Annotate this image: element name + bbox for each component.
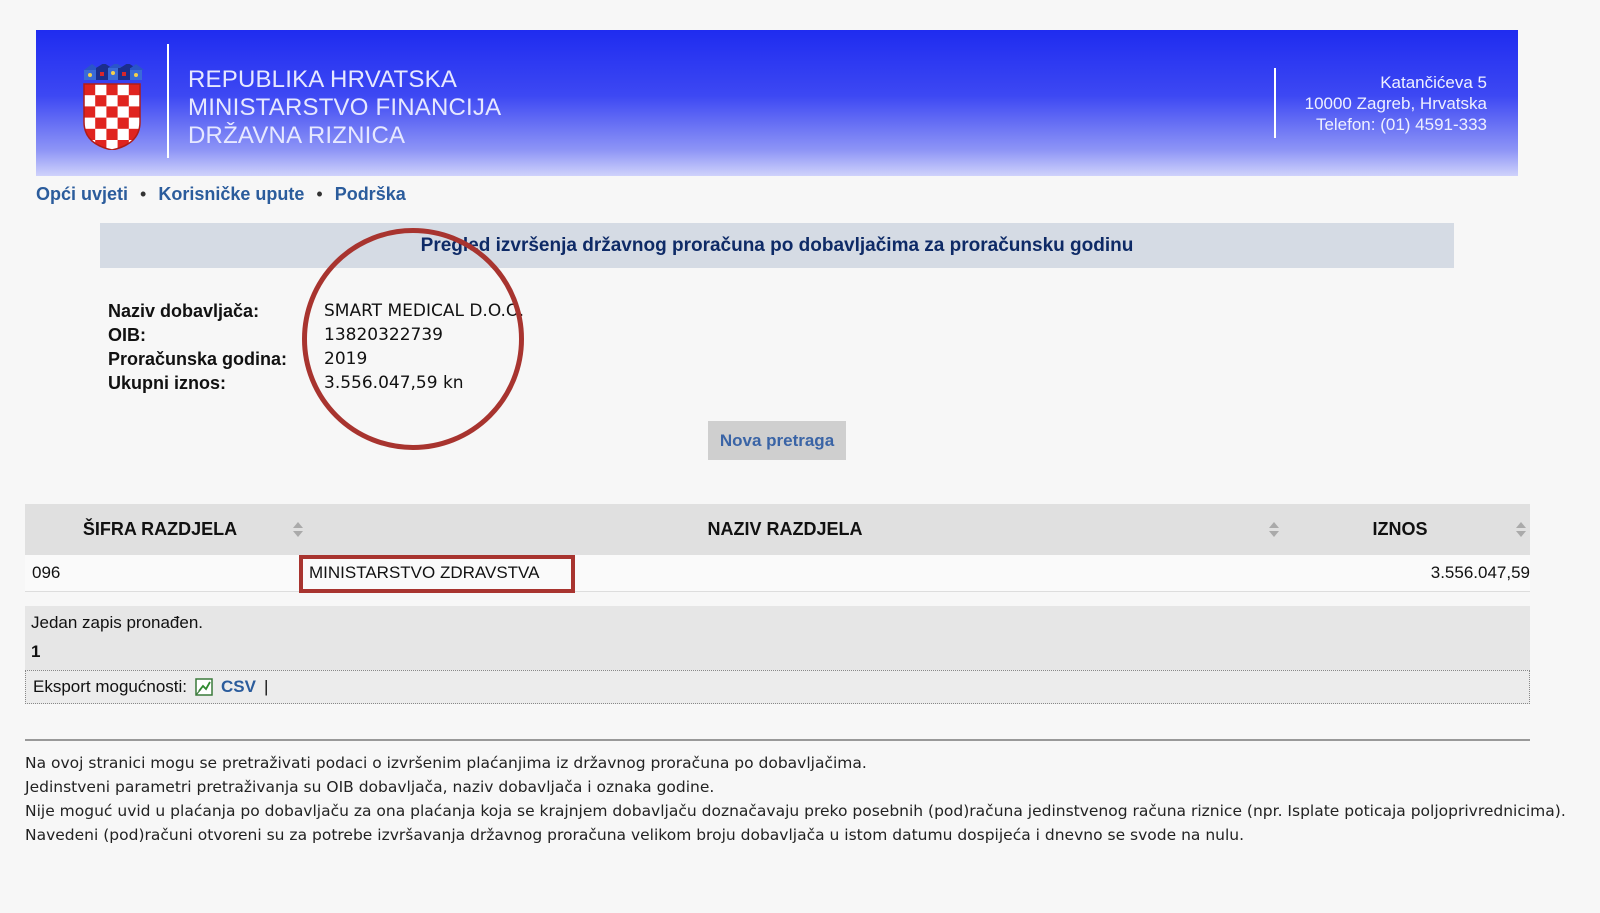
supplier-name-value: SMART MEDICAL D.O.O. — [324, 301, 525, 321]
record-count: Jedan zapis pronađen. — [31, 613, 204, 632]
export-csv-link[interactable]: CSV — [221, 677, 256, 697]
export-options: Eksport mogućnosti: CSV | — [25, 670, 1530, 704]
footer-line-2: Jedinstveni parametri pretraživanja su O… — [25, 778, 715, 796]
pagination-page[interactable]: 1 — [31, 642, 40, 662]
address-street: Katančićeva 5 — [1380, 73, 1487, 92]
nav-separator: • — [316, 184, 323, 204]
institution-line-2: MINISTARSTVO FINANCIJA — [188, 94, 502, 121]
address-phone: Telefon: (01) 4591-333 — [1315, 115, 1487, 134]
budget-year-value: 2019 — [324, 349, 368, 369]
address-city: 10000 Zagreb, Hrvatska — [1304, 94, 1487, 113]
header-banner: REPUBLIKA HRVATSKA MINISTARSTVO FINANCIJ… — [36, 30, 1518, 176]
supplier-name-label: Naziv dobavljača: — [108, 301, 260, 321]
column-header-amount[interactable]: IZNOS — [1285, 504, 1515, 555]
footer-line-1: Na ovoj stranici mogu se pretraživati po… — [25, 754, 867, 772]
supplier-info: Naziv dobavljača: SMART MEDICAL D.O.O. O… — [108, 299, 524, 395]
column-header-code[interactable]: ŠIFRA RAZDJELA — [25, 504, 295, 555]
nav-link-terms[interactable]: Opći uvjeti — [36, 184, 128, 204]
nav-separator: • — [140, 184, 147, 204]
table-header: ŠIFRA RAZDJELA NAZIV RAZDJELA IZNOS — [25, 504, 1530, 555]
page-title: Pregled izvršenja državnog proračuna po … — [100, 223, 1454, 268]
institution-line-1: REPUBLIKA HRVATSKA — [188, 66, 458, 93]
results-table: ŠIFRA RAZDJELA NAZIV RAZDJELA IZNOS 096 … — [25, 504, 1530, 593]
results-summary: Jedan zapis pronađen. 1 — [25, 606, 1530, 670]
export-separator: | — [263, 677, 269, 696]
nav-link-support[interactable]: Podrška — [335, 184, 406, 204]
budget-year-label: Proračunska godina: — [108, 349, 288, 369]
oib-value: 13820322739 — [324, 325, 443, 345]
sort-icon[interactable] — [1516, 522, 1526, 538]
contact-address: Katančićeva 5 10000 Zagreb, Hrvatska Tel… — [1305, 72, 1487, 135]
footer-line-3: Nije moguć uvid u plaćanja po dobavljaču… — [25, 802, 1566, 820]
cell-code: 096 — [32, 563, 61, 582]
cell-amount: 3.556.047,59 — [1430, 563, 1530, 582]
spreadsheet-icon[interactable] — [195, 678, 213, 696]
total-amount-value: 3.556.047,59 kn — [324, 373, 464, 393]
top-navigation: Opći uvjeti • Korisničke upute • Podrška — [36, 184, 406, 205]
column-header-code-label: ŠIFRA RAZDJELA — [82, 519, 238, 539]
footer-line-4: Navedeni (pod)računi otvoreni su za potr… — [25, 826, 1245, 844]
banner-divider — [167, 44, 169, 158]
sort-icon[interactable] — [293, 522, 303, 538]
table-row: 096 MINISTARSTVO ZDRAVSTVA 3.556.047,59 — [25, 555, 1530, 593]
cell-name: MINISTARSTVO ZDRAVSTVA — [309, 563, 540, 582]
new-search-button[interactable]: Nova pretraga — [708, 421, 846, 460]
sort-icon[interactable] — [1269, 522, 1279, 538]
total-amount-label: Ukupni iznos: — [108, 373, 226, 393]
address-divider — [1274, 68, 1276, 138]
column-header-name[interactable]: NAZIV RAZDJELA — [305, 504, 1265, 555]
croatian-coat-of-arms-icon — [83, 64, 144, 150]
institution-name: REPUBLIKA HRVATSKA MINISTARSTVO FINANCIJ… — [188, 66, 501, 150]
institution-line-3: DRŽAVNA RIZNICA — [188, 122, 406, 149]
export-label: Eksport mogućnosti: — [33, 677, 188, 696]
nav-link-user-guide[interactable]: Korisničke upute — [158, 184, 304, 204]
column-header-amount-label: IZNOS — [1372, 519, 1428, 539]
column-header-name-label: NAZIV RAZDJELA — [707, 519, 863, 539]
oib-label: OIB: — [108, 325, 146, 345]
footer-notes: Na ovoj stranici mogu se pretraživati po… — [25, 751, 1566, 847]
divider — [25, 739, 1530, 741]
